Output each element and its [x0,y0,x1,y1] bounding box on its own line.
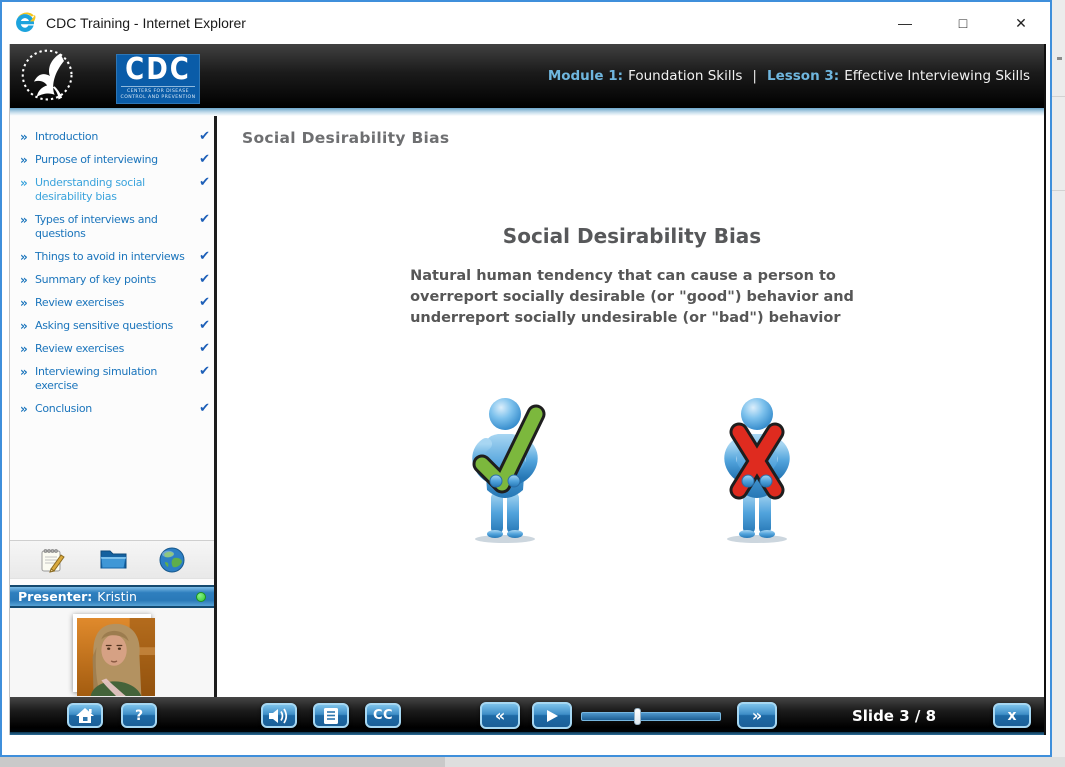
menu-item-review-exercises-1[interactable]: » Review exercises ✔ [20,295,210,311]
cdc-logo-text: CDC [125,52,191,88]
closed-captions-button[interactable]: CC [365,703,401,728]
presenter-bar: Presenter: Kristin [10,585,214,608]
course-header: CDC CENTERS FOR DISEASE CONTROL AND PREV… [10,44,1044,108]
breadcrumb: Module 1: Foundation Skills | Lesson 3: … [548,44,1030,108]
home-button[interactable] [67,703,103,728]
completed-check-icon: ✔ [199,129,210,144]
presenter-label: Presenter: [18,589,93,604]
bullet-icon: » [20,213,28,227]
lesson-menu-list: » Introduction ✔ » Purpose of interviewi… [10,116,214,417]
exit-button[interactable]: x [993,703,1031,728]
web-globe-icon[interactable] [158,546,186,574]
slide-heading: Social Desirability Bias [502,224,762,248]
menu-item-types-of-interviews[interactable]: » Types of interviews and questions ✔ [20,213,210,241]
slide-body-text: Natural human tendency that can cause a … [410,266,854,329]
module-label: Module 1: [547,68,624,84]
completed-check-icon: ✔ [199,175,210,190]
breadcrumb-divider: | [752,68,757,84]
transcript-notes-button[interactable] [313,703,349,728]
completed-check-icon: ✔ [199,272,210,287]
completed-check-icon: ✔ [199,341,210,356]
bullet-icon: » [20,296,28,310]
desktop-artifact-line [1052,190,1065,191]
bullet-icon: » [20,250,28,264]
progress-handle[interactable] [634,708,642,725]
resources-folder-icon[interactable] [98,546,127,574]
bullet-icon: » [20,153,28,167]
page-title: Social Desirability Bias [242,129,450,147]
completed-check-icon: ✔ [199,249,210,264]
notes-notepad-icon[interactable] [38,546,66,574]
bullet-icon: » [20,130,28,144]
ie-window: CDC Training - Internet Explorer — □ ✕ C… [0,0,1052,757]
body-line: underreport socially undesirable (or "ba… [410,310,841,326]
seek-slider[interactable] [581,708,721,725]
person-with-checkmark-illustration [450,394,560,544]
module-name: Foundation Skills [628,68,743,84]
bullet-icon: » [20,273,28,287]
close-button[interactable]: ✕ [992,2,1050,44]
audio-volume-button[interactable] [261,703,297,728]
completed-check-icon: ✔ [199,318,210,333]
online-status-dot [196,591,206,602]
sidebar-tools [10,540,214,579]
help-button[interactable]: ? [121,703,157,728]
cdc-tagline-line2: CONTROL AND PREVENTION [120,95,196,100]
completed-check-icon: ✔ [199,295,210,310]
menu-item-conclusion[interactable]: » Conclusion ✔ [20,401,210,417]
body-line: overreport socially desirable (or "good"… [410,289,854,305]
window-controls: — □ ✕ [876,2,1050,44]
player-toolbar: ? CC « » Slide 3 / 8 x [10,697,1044,735]
menu-item-review-exercises-2[interactable]: » Review exercises ✔ [20,341,210,357]
body-line: Natural human tendency that can cause a … [410,268,836,284]
header-fade-strip [10,108,1044,116]
menu-item-introduction[interactable]: » Introduction ✔ [20,129,210,145]
bullet-icon: » [20,402,28,416]
bullet-icon: » [20,176,28,190]
menu-item-interviewing-simulation[interactable]: » Interviewing simulation exercise ✔ [20,365,210,393]
internet-explorer-icon [12,10,38,36]
completed-check-icon: ✔ [199,401,210,416]
slide-content: Social Desirability Bias Social Desirabi… [220,116,1044,697]
desktop-artifact-dash [1057,57,1062,60]
toolbar-glow-strip [10,732,1044,735]
menu-item-things-to-avoid[interactable]: » Things to avoid in interviews ✔ [20,249,210,265]
desktop-background [0,757,445,767]
completed-check-icon: ✔ [199,364,210,379]
completed-check-icon: ✔ [199,212,210,227]
window-titlebar: CDC Training - Internet Explorer — □ ✕ [2,2,1050,44]
previous-slide-button[interactable]: « [480,702,520,729]
lesson-label: Lesson 3: [766,68,840,84]
cdc-tagline-line1: CENTERS FOR DISEASE [127,89,189,94]
hhs-logo-icon [18,46,80,106]
presenter-name: Kristin [97,589,137,604]
maximize-button[interactable]: □ [934,2,992,44]
slide-counter: Slide 3 / 8 [851,707,937,725]
presenter-photo-area [10,608,214,697]
menu-item-summary-of-key-points[interactable]: » Summary of key points ✔ [20,272,210,288]
next-slide-button[interactable]: » [737,702,777,729]
completed-check-icon: ✔ [199,152,210,167]
window-title: CDC Training - Internet Explorer [46,15,246,31]
course-stage: CDC CENTERS FOR DISEASE CONTROL AND PREV… [9,44,1046,735]
lesson-menu: » Introduction ✔ » Purpose of interviewi… [10,116,217,697]
desktop-artifact-line [1052,96,1065,97]
minimize-button[interactable]: — [876,2,934,44]
desktop-background [1052,0,1065,767]
bullet-icon: » [20,365,28,379]
menu-item-understanding-social-desirability-bias[interactable]: » Understanding social desirability bias… [20,176,210,204]
presenter-photo [73,613,155,696]
play-button[interactable] [532,702,572,729]
lesson-name: Effective Interviewing Skills [844,68,1030,84]
menu-item-asking-sensitive-questions[interactable]: » Asking sensitive questions ✔ [20,318,210,334]
desktop-background [445,757,1065,767]
menu-item-purpose-of-interviewing[interactable]: » Purpose of interviewing ✔ [20,152,210,168]
cdc-logo: CDC CENTERS FOR DISEASE CONTROL AND PREV… [116,54,200,104]
person-with-x-mark-illustration [702,394,812,544]
bullet-icon: » [20,319,28,333]
bullet-icon: » [20,342,28,356]
